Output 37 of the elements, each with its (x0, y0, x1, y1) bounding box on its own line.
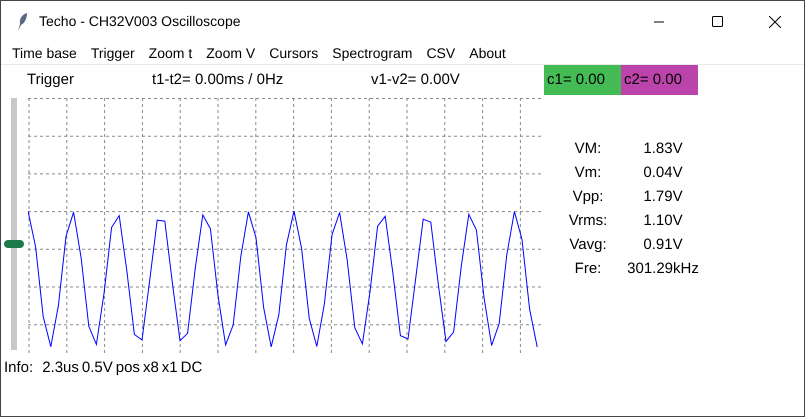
menu-item[interactable]: Spectrogram (325, 42, 420, 64)
info-value: DC (180, 358, 202, 378)
info-value: pos (116, 358, 140, 378)
measure-label: Vpp: (572, 187, 604, 207)
measure-value: 1.83V (642, 139, 684, 159)
menu-item[interactable]: CSV (419, 42, 462, 64)
measure-value: 0.91V (642, 235, 684, 255)
info-value: 2.3us (42, 358, 79, 378)
measure-label: Fre: (574, 259, 602, 279)
measure-value: 0.04V (642, 163, 684, 183)
measure-label: Vm: (574, 163, 602, 183)
info-label: Info: (4, 358, 34, 378)
measure-label: Vrms: (568, 211, 608, 231)
measure-value: 301.29kHz (626, 259, 700, 279)
cursor-readout: c1= 0.00 (544, 65, 621, 95)
menu-item[interactable]: Time base (5, 42, 84, 64)
voltage-delta: v1-v2= 0.00V (371, 70, 461, 90)
measure-label: VM: (574, 139, 602, 159)
measure-value: 1.10V (642, 211, 684, 231)
measure-value: 1.79V (642, 187, 684, 207)
feather-icon (16, 12, 28, 32)
measure-label: Vavg: (568, 235, 608, 255)
close-icon (769, 16, 781, 28)
menu-item[interactable]: Cursors (262, 42, 326, 64)
cursor-readout: c2= 0.00 (621, 65, 698, 95)
menu-item[interactable]: About (462, 42, 513, 64)
menu-item[interactable]: Zoom V (199, 42, 262, 64)
info-value: x8 (142, 358, 159, 378)
mode-label: Trigger (26, 70, 75, 90)
time-delta: t1-t2= 0.00ms / 0Hz (152, 70, 284, 90)
info-value: x1 (162, 358, 178, 378)
maximize-icon (712, 16, 722, 27)
menu-item[interactable]: Zoom t (142, 42, 200, 64)
window-title: Techo - CH32V003 Oscilloscope (39, 12, 241, 31)
menu-item[interactable]: Trigger (84, 42, 142, 64)
info-value: 0.5V (82, 358, 113, 378)
slider-thumb[interactable] (4, 240, 24, 248)
